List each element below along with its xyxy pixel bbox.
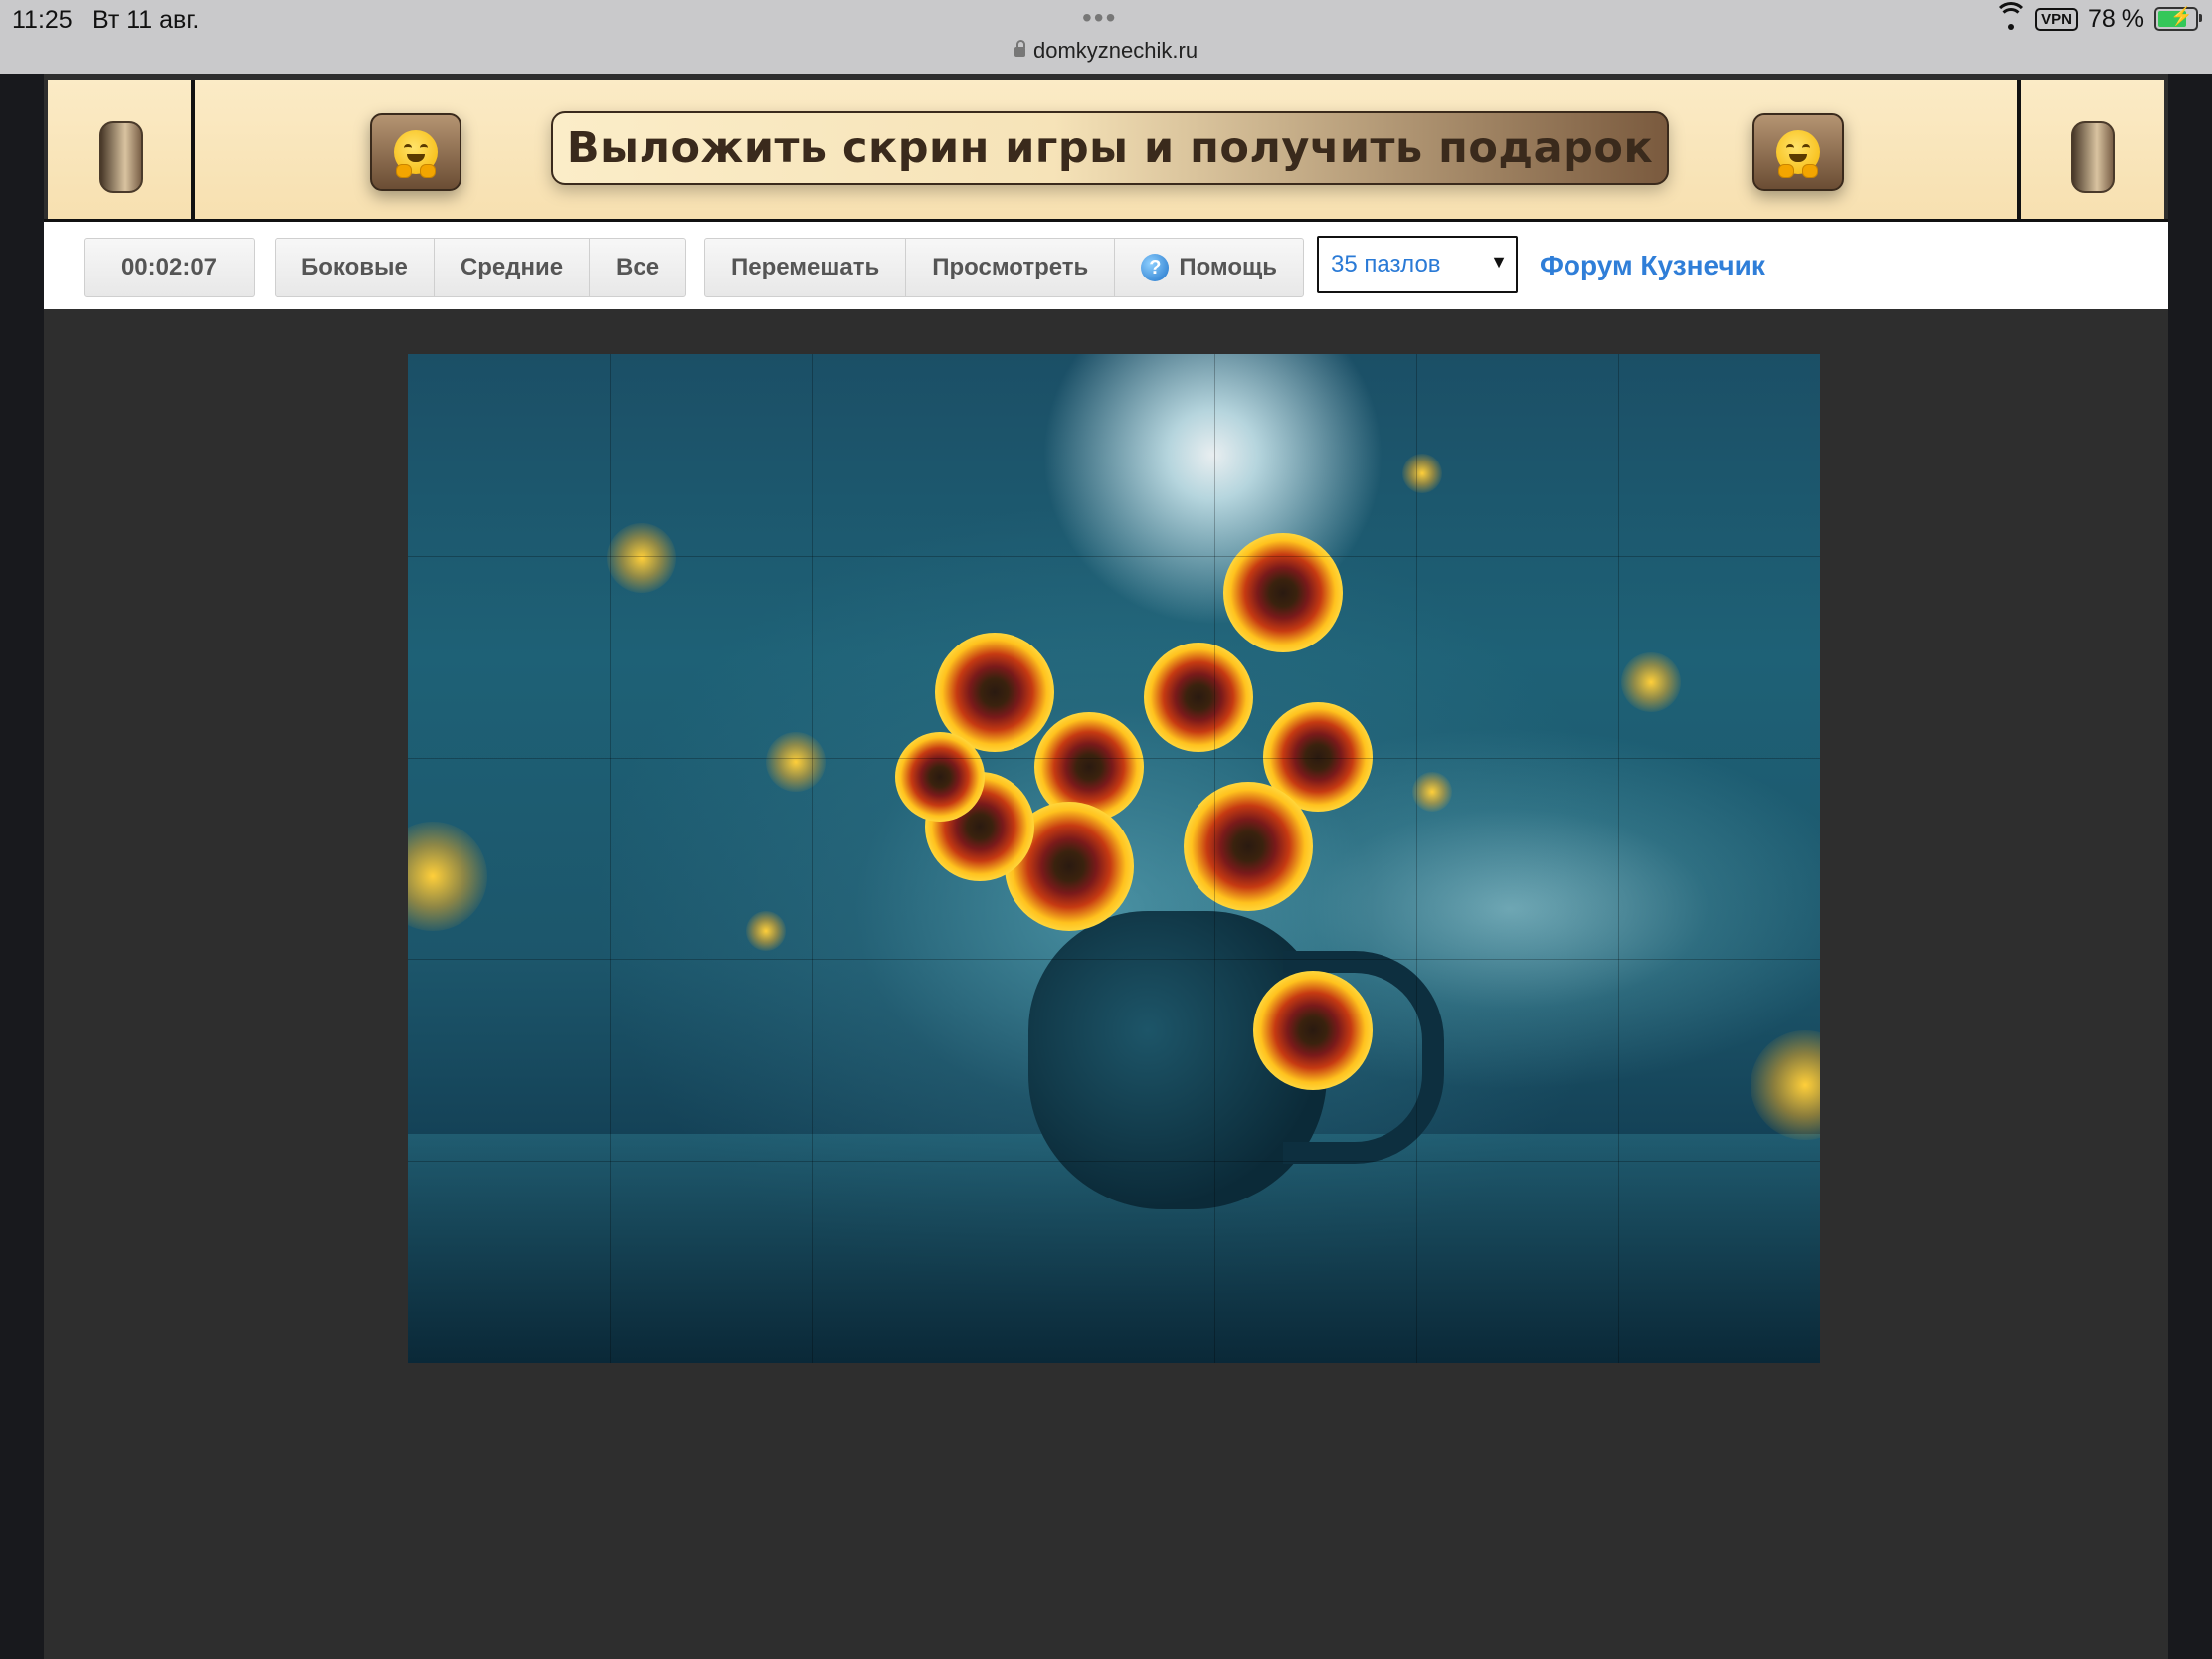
status-date: Вт 11 авг. (92, 6, 200, 34)
multitasking-dots-icon[interactable]: ••• (1082, 2, 1117, 34)
decor-pill-left (99, 121, 143, 193)
status-time: 11:25 (12, 6, 73, 34)
piece-filter-group: Боковые Средние Все (275, 238, 687, 297)
flower-image (1223, 533, 1343, 652)
piece-seam (812, 354, 813, 1363)
puzzle-board[interactable] (408, 354, 1820, 1363)
puzzle-toolbar: 00:02:07 Боковые Средние Все Перемешать … (44, 219, 2168, 309)
bokeh-light (1751, 1030, 1820, 1140)
help-label: Помощь (1179, 254, 1278, 280)
all-pieces-button[interactable]: Все (590, 239, 685, 296)
address-bar[interactable]: domkyznechik.ru (1014, 38, 1198, 64)
bokeh-light (746, 911, 786, 951)
timer-box: 00:02:07 (84, 238, 255, 297)
piece-seam (408, 758, 1820, 759)
help-icon: ? (1141, 254, 1170, 281)
flower-image (1253, 971, 1373, 1090)
bokeh-light (1412, 772, 1452, 812)
preview-button[interactable]: Просмотреть (906, 239, 1116, 296)
flower-image (1184, 782, 1313, 911)
promo-banner-button[interactable]: Выложить скрин игры и получить подарок (551, 111, 1669, 185)
hugging-face-icon (394, 130, 438, 178)
banner-divider-left (191, 80, 195, 219)
hugging-face-icon (1776, 130, 1820, 178)
shuffle-button[interactable]: Перемешать (705, 239, 907, 296)
bokeh-light (607, 523, 676, 593)
promo-banner: Выложить скрин игры и получить подарок (48, 80, 2164, 219)
battery-icon: ⚡ (2154, 6, 2202, 31)
timer-display: 00:02:07 (120, 254, 218, 280)
dropdown-arrow-icon: ▼ (1490, 252, 1508, 272)
vpn-badge: VPN (2035, 7, 2079, 31)
bokeh-light (1621, 652, 1681, 712)
hug-emoji-button-right[interactable] (1752, 113, 1844, 191)
piece-seam (1214, 354, 1215, 1363)
battery-percent: 78 % (2088, 4, 2144, 33)
piece-seam (610, 354, 611, 1363)
forum-link[interactable]: Форум Кузнечик (1540, 250, 1765, 281)
url-text: domkyznechik.ru (1033, 38, 1198, 63)
bokeh-light (1402, 454, 1442, 493)
actions-group: Перемешать Просмотреть ? Помощь (704, 238, 1305, 297)
status-indicators: VPN 78 % ⚡ (1994, 2, 2202, 34)
bokeh-light (766, 732, 826, 792)
edge-pieces-button[interactable]: Боковые (276, 239, 435, 296)
flower-image (895, 732, 985, 822)
banner-divider-right (2017, 80, 2021, 219)
piece-seam (408, 556, 1820, 557)
bokeh-light (408, 822, 487, 931)
page-content: Выложить скрин игры и получить подарок 0… (44, 74, 2168, 1659)
piece-seam (408, 1161, 1820, 1162)
piece-count-value: 35 пазлов (1331, 251, 1441, 277)
wifi-icon (1994, 2, 2029, 30)
decor-pill-right (2071, 121, 2115, 193)
hug-emoji-button-left[interactable] (370, 113, 461, 191)
ios-status-bar: 11:25 Вт 11 авг. ••• domkyznechik.ru VPN… (0, 0, 2212, 74)
piece-count-select[interactable]: 35 пазлов ▼ (1317, 236, 1518, 293)
middle-pieces-button[interactable]: Средние (435, 239, 591, 296)
lock-icon (1014, 40, 1025, 57)
piece-seam (1618, 354, 1619, 1363)
piece-seam (1416, 354, 1417, 1363)
help-button[interactable]: ? Помощь (1115, 239, 1303, 296)
piece-seam (408, 959, 1820, 960)
flower-image (1144, 643, 1253, 752)
